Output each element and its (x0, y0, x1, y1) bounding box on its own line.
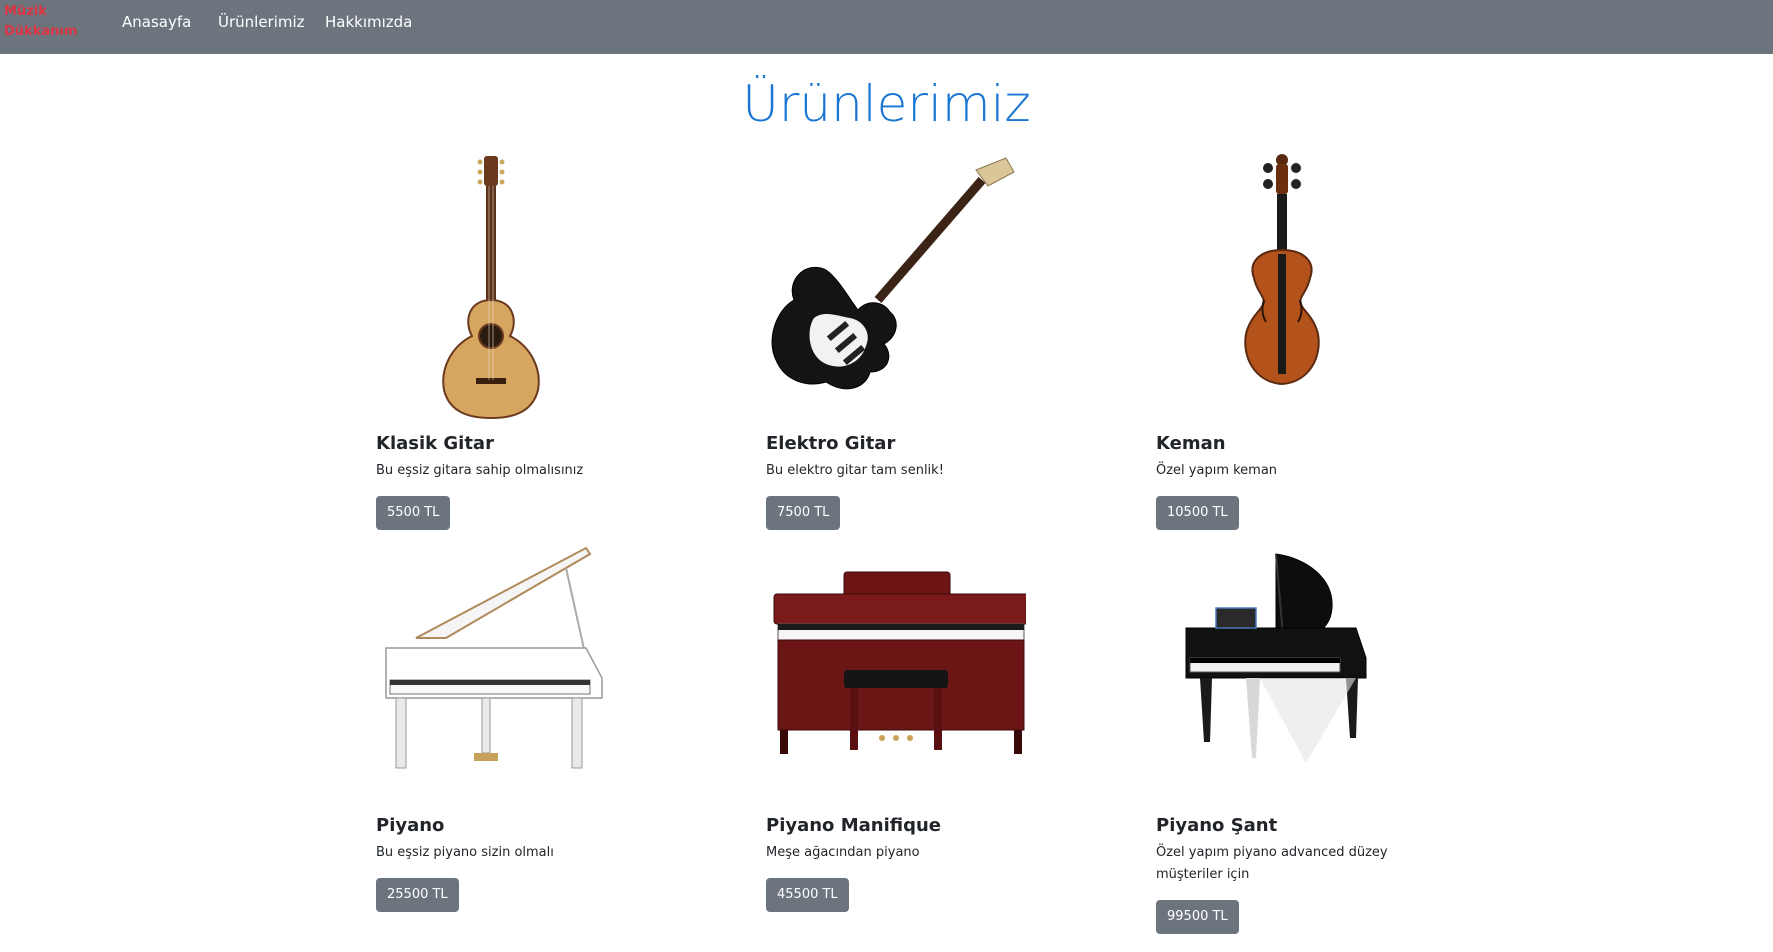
product-card-elektro-gitar: Elektro Gitar Bu elektro gitar tam senli… (766, 150, 1096, 530)
electric-guitar-image (771, 157, 1015, 390)
product-description: Bu elektro gitar tam senlik! (766, 463, 944, 478)
product-description: Bu eşsiz gitara sahip olmalısınız (376, 463, 584, 478)
brand-logo[interactable]: Müzik Dükkanım (4, 2, 84, 42)
price-button[interactable]: 5500 TL (376, 496, 451, 530)
white-grand-piano-image (385, 546, 603, 769)
product-description: Özel yapım piyano advanced düzey müşteri… (1156, 845, 1388, 882)
product-card-klasik-gitar: Klasik Gitar Bu eşsiz gitara sahip olmal… (376, 150, 706, 530)
price-button[interactable]: 99500 TL (1156, 900, 1239, 934)
nav-link-hakkimizda[interactable]: Hakkımızda (325, 12, 412, 32)
price-button[interactable]: 25500 TL (376, 878, 459, 912)
page-title: Ürünlerimiz (742, 75, 1031, 133)
upright-piano-image (773, 571, 1026, 754)
price-button[interactable]: 45500 TL (766, 878, 849, 912)
product-description: Bu eşsiz piyano sizin olmalı (376, 845, 554, 860)
product-title: Piyano Manifique (766, 815, 941, 836)
navbar: Müzik Dükkanım Anasayfa Ürünlerimiz Hakk… (0, 0, 1773, 54)
price-button[interactable]: 7500 TL (766, 496, 841, 530)
classical-guitar-image (442, 156, 540, 420)
product-title: Piyano Şant (1156, 815, 1278, 836)
product-card-piyano: Piyano Bu eşsiz piyano sizin olmalı 2550… (376, 538, 706, 938)
product-title: Elektro Gitar (766, 433, 896, 454)
nav-link-anasayfa[interactable]: Anasayfa (122, 12, 191, 32)
price-button[interactable]: 10500 TL (1156, 496, 1239, 530)
violin-image (1244, 154, 1320, 386)
product-title: Keman (1156, 433, 1226, 454)
product-card-keman: Keman Özel yapım keman 10500 TL (1156, 150, 1486, 530)
black-grand-piano-image (1185, 553, 1367, 763)
nav-link-urunlerimiz[interactable]: Ürünlerimiz (218, 12, 305, 32)
product-title: Klasik Gitar (376, 433, 494, 454)
product-title: Piyano (376, 815, 445, 836)
product-description: Özel yapım keman (1156, 463, 1278, 478)
product-card-piyano-manifique: Piyano Manifique Meşe ağacından piyano 4… (766, 538, 1096, 938)
product-card-piyano-sant: Piyano Şant Özel yapım piyano advanced d… (1156, 538, 1486, 938)
product-description: Meşe ağacından piyano (766, 845, 920, 860)
